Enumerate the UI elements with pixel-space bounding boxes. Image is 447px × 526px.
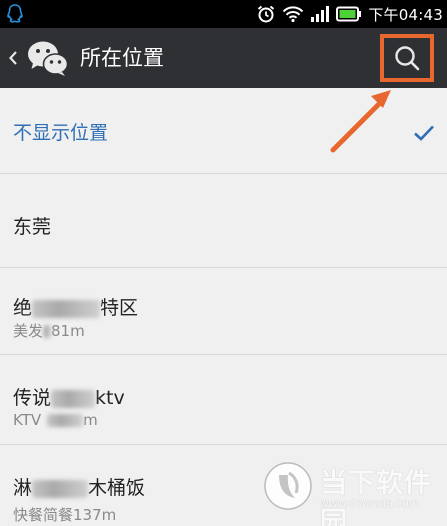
redacted-blur — [32, 299, 101, 318]
location-name: 绝特区 — [13, 297, 139, 319]
battery-icon — [336, 6, 362, 22]
location-name: 淋木桶饭 — [13, 477, 146, 499]
redacted-blur — [51, 389, 96, 408]
location-subtitle: 快餐简餐137m — [13, 506, 117, 524]
alarm-icon — [258, 5, 275, 23]
redacted-blur — [32, 479, 89, 498]
status-bar: 下午04:43 — [0, 0, 447, 28]
redacted-blur — [43, 325, 52, 338]
list-item-no-location[interactable]: 不显示位置 — [0, 88, 447, 174]
page-title: 所在位置 — [80, 46, 164, 70]
title-bar: 所在位置 — [0, 28, 447, 88]
list-item-location[interactable]: 淋木桶饭 快餐简餐137m — [0, 445, 447, 526]
wechat-icon — [28, 41, 69, 76]
signal-icon — [311, 6, 330, 22]
qq-icon — [7, 4, 23, 23]
location-name: 东莞 — [13, 216, 52, 238]
wifi-icon — [283, 6, 304, 23]
location-subtitle: KTV m — [13, 411, 98, 429]
back-chevron-icon[interactable] — [7, 48, 19, 68]
search-button[interactable] — [380, 34, 434, 82]
checkmark-icon — [414, 125, 434, 141]
list-item-location[interactable]: 绝特区 美发 81m — [0, 268, 447, 355]
location-name: 传说 ktv — [13, 387, 125, 409]
location-subtitle: 美发 81m — [13, 322, 85, 340]
status-time: 下午04:43 — [368, 5, 443, 24]
search-icon — [395, 46, 420, 71]
list-item-location[interactable]: 传说 ktv KTV m — [0, 355, 447, 445]
location-name: 不显示位置 — [13, 122, 109, 144]
redacted-blur — [47, 414, 84, 427]
list-item-city[interactable]: 东莞 — [0, 174, 447, 268]
